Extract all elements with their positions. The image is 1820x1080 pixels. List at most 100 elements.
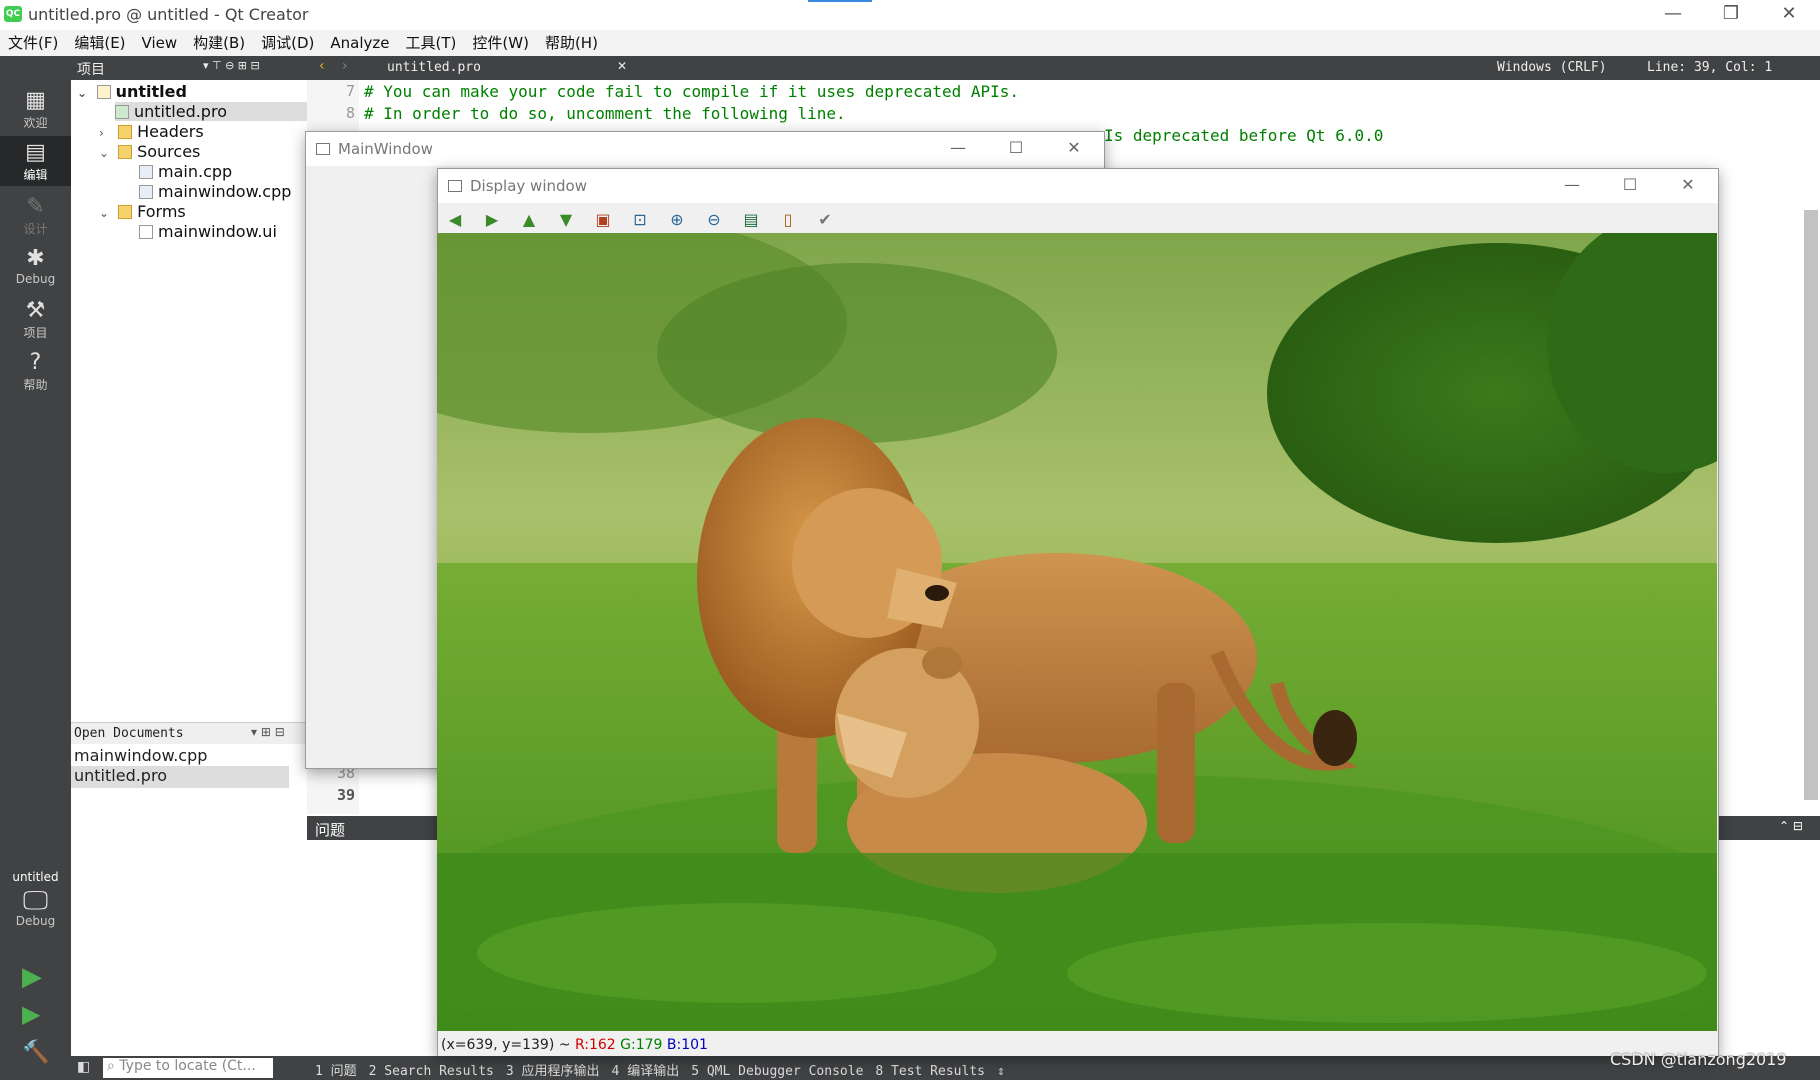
- image-toolbar: ◀ ▶ ▲ ▼ ▣ ⊡ ⊕ ⊖ ▤ ▯ ✔: [438, 203, 1718, 233]
- mode-debug[interactable]: ✱ Debug: [0, 242, 71, 292]
- tab-qml-debugger[interactable]: 5 QML Debugger Console: [691, 1064, 863, 1079]
- properties-icon[interactable]: ✔: [814, 209, 836, 231]
- tree-label: Forms: [137, 202, 186, 221]
- menu-view[interactable]: View: [134, 30, 186, 56]
- menu-file[interactable]: 文件(F): [0, 30, 66, 56]
- minimize-button[interactable]: —: [1644, 0, 1702, 30]
- tree-label: mainwindow.ui: [158, 222, 277, 241]
- tree-item-sources[interactable]: ⌄ Sources: [99, 142, 200, 161]
- folder-icon: [118, 125, 133, 139]
- arrow-right-icon[interactable]: ▶: [481, 209, 503, 231]
- image-icon[interactable]: ▣: [592, 209, 614, 231]
- close-button[interactable]: ✕: [1050, 136, 1098, 162]
- close-file-icon[interactable]: ✕: [617, 59, 627, 73]
- zoom-fit-icon[interactable]: ⊡: [629, 209, 651, 231]
- tab-compile-output[interactable]: 4 编译输出: [612, 1064, 680, 1079]
- displayed-image[interactable]: [437, 233, 1717, 1031]
- tree-item-forms[interactable]: ⌄ Forms: [99, 202, 186, 221]
- display-window-titlebar: Display window — ☐ ✕: [438, 169, 1718, 203]
- menu-tools[interactable]: 工具(T): [398, 30, 465, 56]
- tab-issues[interactable]: 1 问题: [315, 1064, 357, 1079]
- close-button[interactable]: ✕: [1760, 0, 1818, 30]
- pixel-r: R:162: [574, 1037, 616, 1053]
- open-doc-item[interactable]: untitled.pro: [71, 766, 289, 788]
- kit-selector[interactable]: untitled 🖵 Debug: [0, 864, 71, 954]
- run-button[interactable]: ▶: [22, 962, 42, 992]
- window-title: untitled.pro @ untitled - Qt Creator: [28, 5, 309, 24]
- locator-input[interactable]: ⌕ Type to locate (Ct...: [103, 1058, 273, 1078]
- tab-test-results[interactable]: 8 Test Results: [875, 1064, 985, 1079]
- mode-edit[interactable]: ▤ 编辑: [0, 136, 71, 186]
- folder-icon: [118, 145, 133, 159]
- zoom-in-icon[interactable]: ⊕: [666, 209, 688, 231]
- copy-icon[interactable]: ▯: [777, 209, 799, 231]
- arrow-up-icon[interactable]: ▲: [518, 209, 540, 231]
- forward-icon[interactable]: ›: [342, 58, 348, 74]
- open-documents-menu[interactable]: ▾ ⊞ ⊟: [251, 725, 285, 739]
- title-accent: [808, 0, 872, 2]
- tab-application-output[interactable]: 3 应用程序输出: [506, 1064, 600, 1079]
- cpp-file-icon: [139, 185, 153, 199]
- menu-build[interactable]: 构建(B): [185, 30, 253, 56]
- open-doc-item[interactable]: mainwindow.cpp: [74, 746, 207, 765]
- line-number: 39: [336, 786, 355, 804]
- line-ending-selector[interactable]: Windows (CRLF): [1497, 60, 1607, 75]
- tree-item-untitled[interactable]: ⌄ untitled: [77, 82, 187, 101]
- open-documents-list: mainwindow.cpp untitled.pro: [71, 744, 307, 1056]
- back-icon[interactable]: ‹: [319, 58, 325, 74]
- maximize-button[interactable]: ☐: [1606, 173, 1654, 199]
- menu-edit[interactable]: 编辑(E): [66, 30, 133, 56]
- maximize-button[interactable]: ☐: [992, 136, 1040, 162]
- more-tabs-icon[interactable]: ⇕: [997, 1064, 1005, 1079]
- tree-item-untitled-pro[interactable]: untitled.pro: [115, 102, 307, 121]
- mode-design[interactable]: ✎ 设计: [0, 190, 71, 240]
- menu-bar: 文件(F) 编辑(E) View 构建(B) 调试(D) Analyze 工具(T) 控件(W…: [0, 30, 1820, 56]
- mode-help[interactable]: ? 帮助: [0, 346, 71, 396]
- tree-item-main-cpp[interactable]: main.cpp: [139, 162, 232, 181]
- menu-debug[interactable]: 调试(D): [253, 30, 322, 56]
- kit-config-label: Debug: [15, 914, 56, 928]
- build-button[interactable]: 🔨: [22, 1040, 49, 1065]
- output-pane-tabs: 1 问题 2 Search Results 3 应用程序输出 4 编译输出 5 QML …: [315, 1060, 1005, 1079]
- locator-placeholder: Type to locate (Ct...: [119, 1058, 256, 1074]
- maximize-pane-icon[interactable]: ⌃ ⊟: [1779, 819, 1803, 833]
- tree-label: main.cpp: [158, 162, 233, 181]
- lion-photo: [437, 233, 1717, 1031]
- editor-scrollbar[interactable]: [1804, 210, 1818, 800]
- tree-item-headers[interactable]: › Headers: [99, 122, 204, 141]
- close-button[interactable]: ✕: [1664, 173, 1712, 199]
- filter-dropdown[interactable]: ▾ ⊤ ⊖ ⊞ ⊟: [203, 59, 260, 72]
- pro-file-icon: [115, 105, 129, 119]
- toggle-sidebar-icon[interactable]: ◧: [77, 1059, 90, 1075]
- mode-projects[interactable]: ⚒ 项目: [0, 294, 71, 344]
- open-documents-title: Open Documents: [74, 726, 184, 741]
- menu-widgets[interactable]: 控件(W): [464, 30, 537, 56]
- mode-selector: ▦ 欢迎 ▤ 编辑 ✎ 设计 ✱ Debug ⚒ 项目 ? 帮助 untitled 🖵 De…: [0, 56, 71, 1080]
- tree-label: Sources: [137, 142, 201, 161]
- pixel-g: G:179: [620, 1037, 663, 1053]
- monitor-icon: 🖵: [22, 886, 49, 916]
- menu-analyze[interactable]: Analyze: [322, 30, 397, 56]
- tree-item-mainwindow-ui[interactable]: mainwindow.ui: [139, 222, 277, 241]
- tree-label: mainwindow.cpp: [158, 182, 292, 201]
- code-line: Is deprecated before Qt 6.0.0: [1104, 126, 1384, 145]
- arrow-down-icon[interactable]: ▼: [555, 209, 577, 231]
- restore-button[interactable]: ❐: [1702, 0, 1760, 30]
- tab-search-results[interactable]: 2 Search Results: [369, 1064, 494, 1079]
- minimize-button[interactable]: —: [1548, 173, 1596, 199]
- arrow-left-icon[interactable]: ◀: [444, 209, 466, 231]
- cursor-position[interactable]: Line: 39, Col: 1: [1647, 60, 1772, 75]
- file-tab[interactable]: untitled.pro: [387, 60, 481, 75]
- menu-help[interactable]: 帮助(H): [537, 30, 606, 56]
- mode-label: 项目: [23, 326, 48, 340]
- window-icon: [316, 143, 330, 155]
- mode-label: Debug: [15, 272, 56, 286]
- save-icon[interactable]: ▤: [740, 209, 762, 231]
- tree-item-mainwindow-cpp[interactable]: mainwindow.cpp: [139, 182, 291, 201]
- tree-label: untitled.pro: [134, 102, 227, 121]
- zoom-out-icon[interactable]: ⊖: [703, 209, 725, 231]
- mode-welcome[interactable]: ▦ 欢迎: [0, 84, 71, 134]
- tree-label: Headers: [137, 122, 204, 141]
- minimize-button[interactable]: —: [934, 136, 982, 162]
- debug-run-button[interactable]: ▶: [22, 1000, 40, 1028]
